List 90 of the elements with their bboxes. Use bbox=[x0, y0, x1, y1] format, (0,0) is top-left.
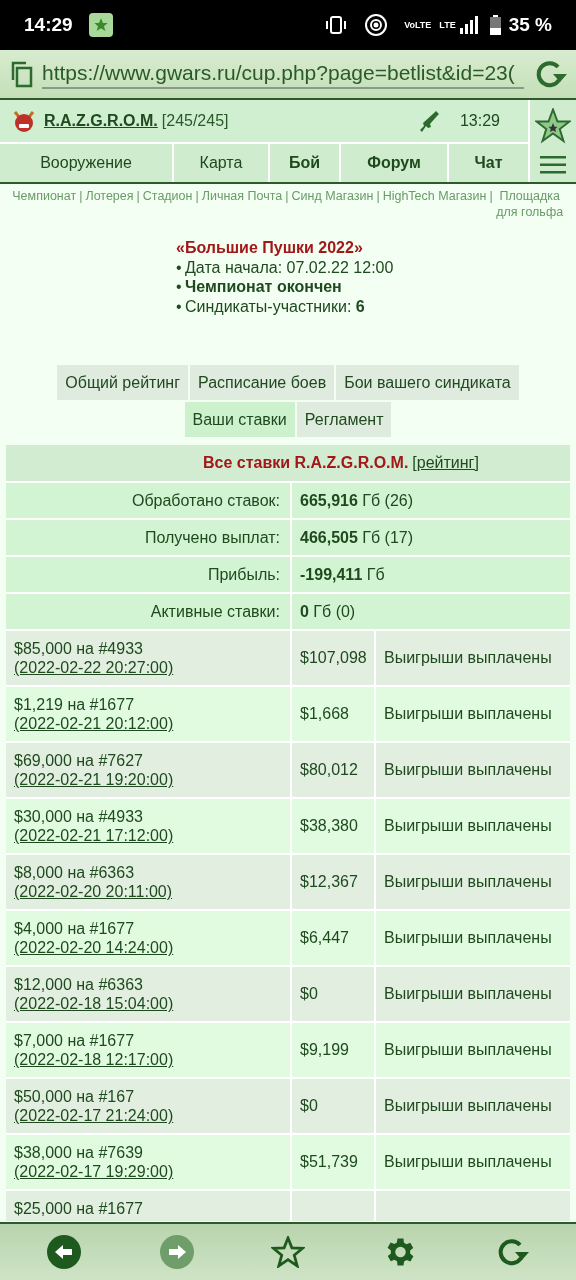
info-line: Синдикаты-участники: 6 bbox=[185, 296, 365, 316]
status-cell: Выигрыши выплачены bbox=[376, 967, 570, 1021]
bet-date-link[interactable]: (2022-02-20 14:24:00) bbox=[14, 938, 174, 957]
page-tab[interactable]: Общий рейтинг bbox=[57, 365, 189, 400]
bet-stake: $8,000 на #6363 bbox=[14, 863, 136, 882]
payout-cell: $0 bbox=[292, 967, 374, 1021]
payout-cell: $80,012 bbox=[292, 743, 374, 797]
link-separator: | bbox=[195, 189, 199, 203]
link-separator: | bbox=[376, 189, 380, 203]
status-cell: Выигрыши выплачены bbox=[376, 687, 570, 741]
vibrate-icon bbox=[324, 15, 349, 35]
payout-cell: $107,098 bbox=[292, 631, 374, 685]
member-count: [245/245] bbox=[161, 111, 229, 131]
star-icon[interactable] bbox=[270, 1236, 305, 1268]
status-cell: Выигрыши выплачены bbox=[376, 799, 570, 853]
summary-value: 466,505 Гб (17) bbox=[300, 527, 413, 548]
payout-cell: $38,380 bbox=[292, 799, 374, 853]
bullet: • bbox=[176, 257, 183, 277]
info-line: Чемпионат окончен bbox=[185, 277, 342, 297]
bet-stake: $69,000 на #7627 bbox=[14, 751, 144, 770]
link-separator: | bbox=[285, 189, 289, 203]
status-cell: Выигрыши выплачены bbox=[376, 1079, 570, 1133]
summary-value: 0 Гб (0) bbox=[300, 601, 356, 622]
status-time: 14:29 bbox=[24, 12, 73, 37]
payout-cell: $9,199 bbox=[292, 1023, 374, 1077]
menu-icon[interactable] bbox=[540, 156, 566, 174]
server-time: 13:29 bbox=[459, 111, 500, 131]
link-separator: | bbox=[79, 189, 83, 203]
star-emblem-icon[interactable] bbox=[535, 108, 571, 144]
bet-date-link[interactable]: (2022-02-17 21:24:00) bbox=[14, 1106, 174, 1125]
status-cell: Выигрыши выплачены bbox=[376, 1135, 570, 1189]
table-title: Все ставки R.A.Z.G.R.O.M. bbox=[203, 453, 409, 473]
back-icon[interactable] bbox=[46, 1234, 83, 1270]
status-cell: Выигрыши выплачены bbox=[376, 911, 570, 965]
page-tab[interactable]: Ваши ставки bbox=[184, 402, 295, 437]
status-cell: Выигрыши выплачены bbox=[376, 631, 570, 685]
network-label: LTE bbox=[439, 20, 456, 30]
bet-date-link[interactable]: (2022-02-20 20:11:00) bbox=[14, 882, 173, 901]
bet-date-link[interactable]: (2022-02-18 15:04:00) bbox=[14, 994, 174, 1013]
bullet: • bbox=[176, 277, 183, 297]
bet-date-link[interactable]: (2022-02-18 12:17:00) bbox=[14, 1050, 174, 1069]
nav-tab[interactable]: Чат bbox=[449, 144, 528, 182]
payout-cell: $6,447 bbox=[292, 911, 374, 965]
syndicate-link[interactable]: R.A.Z.G.R.O.M. bbox=[44, 109, 158, 133]
payout-cell: $51,739 bbox=[292, 1135, 374, 1189]
page-tab[interactable]: Регламент bbox=[296, 402, 392, 437]
bet-stake: $38,000 на #7639 bbox=[14, 1143, 144, 1162]
bullet: • bbox=[176, 296, 183, 316]
nav-tab[interactable]: Вооружение bbox=[0, 144, 172, 182]
bet-stake: $1,219 на #1677 bbox=[14, 695, 136, 714]
summary-label: Прибыль: bbox=[6, 557, 290, 592]
status-cell: Выигрыши выплачены bbox=[376, 855, 570, 909]
bet-stake: $85,000 на #4933 bbox=[14, 639, 144, 658]
page-tab[interactable]: Бои вашего синдиката bbox=[336, 365, 519, 400]
bet-date-link[interactable]: (2022-02-21 20:12:00) bbox=[14, 714, 174, 733]
devil-emblem-icon bbox=[12, 109, 36, 133]
payout-cell: $0 bbox=[292, 1079, 374, 1133]
bet-date-link[interactable]: (2022-02-21 19:20:00) bbox=[14, 770, 174, 789]
nav-tab[interactable]: Форум bbox=[341, 144, 447, 182]
bet-stake: $7,000 на #1677 bbox=[14, 1031, 136, 1050]
bet-stake: $12,000 на #6363 bbox=[14, 975, 144, 994]
status-cell: Выигрыши выплачены bbox=[376, 743, 570, 797]
nav-tab[interactable]: Бой bbox=[270, 144, 339, 182]
status-cell: Выигрыши выплачены bbox=[376, 1023, 570, 1077]
bet-stake: $50,000 на #167 bbox=[14, 1087, 136, 1106]
bet-stake: $30,000 на #4933 bbox=[14, 807, 144, 826]
summary-label: Получено выплат: bbox=[6, 520, 290, 555]
nav-tab[interactable]: Карта bbox=[174, 144, 268, 182]
payout-cell: $1,668 bbox=[292, 687, 374, 741]
championship-title: «Большие Пушки 2022» bbox=[176, 238, 364, 258]
link-separator: | bbox=[489, 189, 493, 203]
hotspot-icon bbox=[364, 13, 389, 37]
signal-icon bbox=[459, 16, 478, 34]
bet-stake: $4,000 на #1677 bbox=[14, 919, 136, 938]
summary-value: -199,411 Гб bbox=[300, 564, 385, 585]
link-separator: | bbox=[136, 189, 140, 203]
volte-label: VoLTE bbox=[404, 19, 432, 31]
bet-date-link[interactable]: (2022-02-17 19:29:00) bbox=[14, 1162, 174, 1181]
summary-label: Обработано ставок: bbox=[6, 483, 290, 518]
battery-percent: 35 % bbox=[508, 12, 552, 37]
bet-date-link[interactable]: (2022-02-22 20:27:00) bbox=[14, 658, 174, 677]
info-line: Дата начала: 07.02.22 12:00 bbox=[185, 257, 394, 277]
summary-value: 665,916 Гб (26) bbox=[300, 490, 413, 511]
payout-cell: $12,367 bbox=[292, 855, 374, 909]
battery-icon bbox=[489, 15, 501, 35]
summary-label: Активные ставки: bbox=[6, 594, 290, 629]
rating-link[interactable]: [рейтинг] bbox=[412, 454, 479, 471]
bet-date-link[interactable]: (2022-02-21 17:12:00) bbox=[14, 826, 174, 845]
bet-stake: $25,000 на #1677 bbox=[14, 1199, 144, 1218]
page-tab[interactable]: Расписание боев bbox=[190, 365, 335, 400]
